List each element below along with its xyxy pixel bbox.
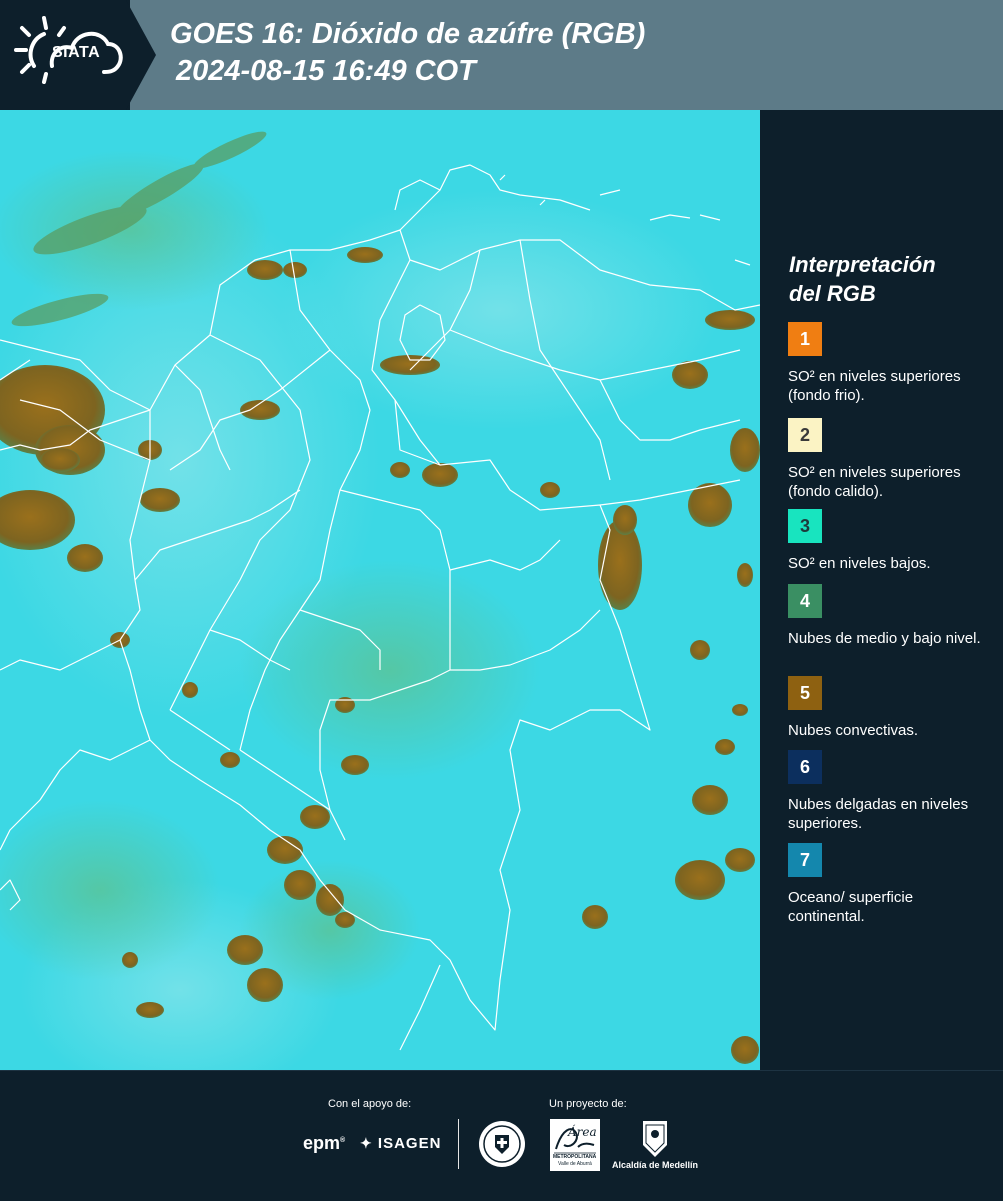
legend-item-1: 1 SO² en niveles superiores (fondo frio)…: [788, 322, 993, 405]
area-metropolitana-subtext: Valle de Aburrá: [558, 1161, 592, 1167]
legend-number: 7: [799, 849, 810, 870]
legend-swatch-6: 6: [788, 750, 822, 784]
legend-number: 5: [799, 682, 810, 703]
legend-number: 6: [799, 756, 810, 777]
legend-item-3: 3 SO² en niveles bajos.: [788, 509, 993, 573]
logo-arrow-shape: [126, 0, 156, 110]
legend-item-2: 2 SO² en niveles superiores (fondo calid…: [788, 418, 993, 501]
legend-title-line2: del RGB: [789, 281, 876, 306]
epm-logo-text: epm: [303, 1133, 341, 1153]
legend-item-4: 4 Nubes de medio y bajo nivel.: [788, 584, 993, 648]
legend-swatch-1: 1: [788, 322, 822, 356]
legend-item-6: 6 Nubes delgadas en niveles superiores.: [788, 750, 993, 833]
legend-swatch-7: 7: [788, 843, 822, 877]
area-script-text: Área: [568, 1125, 597, 1139]
area-metropolitana-text: METROPOLITANA: [553, 1154, 597, 1160]
medellin-seal-icon: [479, 1121, 525, 1167]
product-title: GOES 16: Dióxido de azúfre (RGB): [170, 18, 646, 50]
legend-swatch-5: 5: [788, 676, 822, 710]
legend-title: Interpretación del RGB: [789, 250, 989, 308]
footer: Con el apoyo de: Un proyecto de: epm® ✦ …: [0, 1070, 1003, 1201]
isagen-logo-text: ISAGEN: [377, 1135, 442, 1152]
satellite-map: [0, 110, 760, 1070]
legend-swatch-3: 3: [788, 509, 822, 543]
legend-label: Nubes delgadas en niveles superiores.: [788, 796, 969, 832]
isagen-logo: ✦ ISAGEN: [360, 1135, 441, 1152]
logo-text: SIATA: [52, 44, 101, 61]
header-bar: SIATA GOES 16: Dióxido de azúfre (RGB) 2…: [0, 0, 1003, 110]
support-label: Con el apoyo de:: [328, 1098, 412, 1110]
legend-label: SO² en niveles superiores (fondo calido)…: [788, 464, 961, 500]
legend-swatch-2: 2: [788, 418, 822, 452]
epm-logo: epm®: [303, 1133, 346, 1153]
legend-number: 4: [799, 590, 810, 611]
legend-label: SO² en niveles bajos.: [788, 555, 931, 572]
isagen-star-icon: ✦: [360, 1135, 373, 1151]
footer-divider: [458, 1119, 459, 1169]
legend-label: Oceano/ superficie continental.: [788, 889, 914, 925]
alcaldia-crest-icon: [643, 1121, 667, 1157]
legend-number: 2: [799, 424, 810, 445]
siata-logo-block: SIATA: [0, 0, 130, 110]
alcaldia-text: Alcaldía de Medellín: [612, 1160, 699, 1170]
timestamp-title: 2024-08-15 16:49 COT: [176, 55, 476, 87]
legend-item-7: 7 Oceano/ superficie continental.: [788, 843, 993, 926]
legend-label: SO² en niveles superiores (fondo frio).: [788, 368, 961, 404]
legend-title-line1: Interpretación: [789, 252, 936, 277]
legend-label: Nubes de medio y bajo nivel.: [788, 630, 981, 647]
legend-item-5: 5 Nubes convectivas.: [788, 676, 993, 740]
legend-panel: Interpretación del RGB 1 SO² en niveles …: [760, 110, 1003, 1070]
legend-number: 1: [799, 328, 810, 349]
project-label: Un proyecto de:: [549, 1098, 627, 1110]
legend-number: 3: [799, 515, 810, 536]
legend-swatch-4: 4: [788, 584, 822, 618]
map-canvas: [0, 110, 760, 1070]
legend-label: Nubes convectivas.: [788, 722, 919, 739]
